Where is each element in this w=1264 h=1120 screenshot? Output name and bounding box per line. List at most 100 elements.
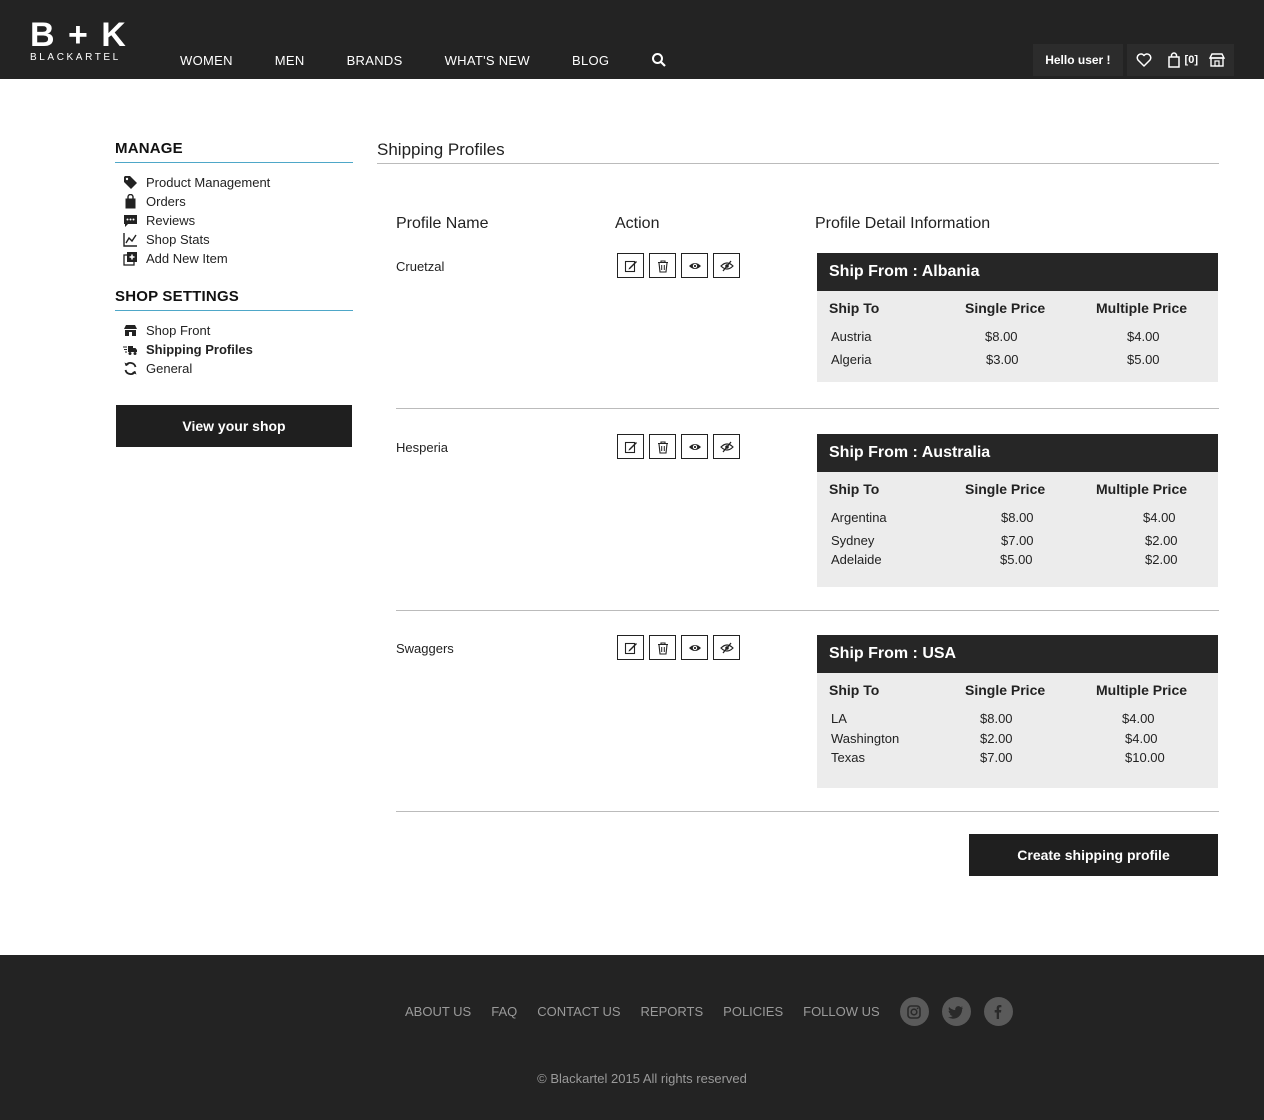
profile-actions [617,635,745,660]
nav-item-women[interactable]: WOMEN [180,53,233,68]
nav-item-blog[interactable]: BLOG [572,53,609,68]
card-column-headers: Ship To Single Price Multiple Price [817,472,1218,506]
nav-item-men[interactable]: MEN [275,53,305,68]
ship-row: Sydney $7.00 $2.00 [817,531,1218,550]
nav-item-whats-new[interactable]: WHAT'S NEW [445,53,530,68]
ship-row: Adelaide $5.00 $2.00 [817,550,1218,570]
logo-mark: B + K [30,16,128,54]
brand-logo[interactable]: B + K BLACKARTEL [30,18,126,64]
view-button[interactable] [681,635,708,660]
hide-button[interactable] [713,434,740,459]
nav-item-brands[interactable]: BRANDS [347,53,403,68]
sidebar-item-shop-stats[interactable]: Shop Stats [115,230,353,249]
single-price-cell: $7.00 [1001,533,1034,548]
sidebar-item-orders[interactable]: Orders [115,192,353,211]
ship-row: Algeria $3.00 $5.00 [817,350,1218,370]
instagram-icon[interactable] [899,997,929,1026]
footer: ABOUT US FAQ CONTACT US REPORTS POLICIES… [0,955,1264,1120]
trash-icon [657,259,668,273]
profile-detail-card: Ship From : USA Ship To Single Price Mul… [817,635,1218,788]
multiple-price-cell: $5.00 [1127,352,1160,367]
footer-link-policies[interactable]: POLICIES [723,1004,783,1019]
top-header: B + K BLACKARTEL WOMEN MEN BRANDS WHAT'S… [0,0,1264,79]
hide-button[interactable] [713,253,740,278]
ship-to-cell: Texas [831,750,865,765]
copyright: © Blackartel 2015 All rights reserved [537,1071,747,1086]
card-col-multiple-price: Multiple Price [1096,682,1188,698]
single-price-cell: $2.00 [980,731,1013,746]
ship-to-cell: Washington [831,731,900,746]
sidebar-item-reviews[interactable]: Reviews [115,211,353,230]
sidebar-item-general[interactable]: General [115,359,353,378]
shop-settings-list: Shop Front Shipping Profiles General [115,321,353,378]
sidebar-item-label: Add New Item [146,251,228,266]
twitter-icon[interactable] [941,997,971,1026]
profile-name: Cruetzal [396,259,445,274]
single-price-cell: $8.00 [1001,510,1034,525]
delete-button[interactable] [649,253,676,278]
header-user-area: Hello user ! [0] [1033,42,1234,78]
delete-button[interactable] [649,434,676,459]
profile-detail-card: Ship From : Albania Ship To Single Price… [817,253,1218,382]
search-icon[interactable] [651,52,667,68]
view-button[interactable] [681,434,708,459]
edit-button[interactable] [617,434,644,459]
multiple-price-cell: $10.00 [1125,750,1165,765]
user-greeting[interactable]: Hello user ! [1033,44,1123,76]
footer-link-contact[interactable]: CONTACT US [537,1004,620,1019]
create-shipping-profile-button[interactable]: Create shipping profile [969,834,1218,876]
hide-button[interactable] [713,635,740,660]
sidebar-item-add-new-item[interactable]: Add New Item [115,249,353,268]
logo-wordmark: BLACKARTEL [30,52,121,63]
eye-slash-icon [719,260,734,271]
single-price-cell: $5.00 [1000,552,1033,567]
edit-icon [624,260,637,272]
footer-link-reports[interactable]: REPORTS [641,1004,704,1019]
profile-actions [617,434,745,459]
multiple-price-cell: $4.00 [1127,329,1160,344]
ship-to-cell: LA [831,711,847,726]
footer-link-faq[interactable]: FAQ [491,1004,517,1019]
single-price-cell: $3.00 [986,352,1019,367]
ship-to-cell: Adelaide [831,552,882,567]
multiple-price-cell: $4.00 [1143,510,1176,525]
eye-slash-icon [719,642,734,653]
ship-row: Argentina $8.00 $4.00 [817,508,1218,531]
ship-row: Texas $7.00 $10.00 [817,748,1218,768]
bag-icon[interactable] [1165,51,1183,69]
sidebar-item-label: Product Management [146,175,271,190]
heart-icon[interactable] [1135,51,1153,69]
trash-icon [657,440,668,454]
eye-icon [688,262,701,269]
comment-icon [123,213,138,228]
view-shop-button[interactable]: View your shop [116,405,352,447]
profile-detail-card: Ship From : Australia Ship To Single Pri… [817,434,1218,587]
profile-row: Swaggers Ship From : USA Ship To Single … [396,634,1219,812]
view-button[interactable] [681,253,708,278]
delete-button[interactable] [649,635,676,660]
shop-icon[interactable] [1208,51,1226,69]
multiple-price-cell: $2.00 [1145,533,1178,548]
edit-icon [624,441,637,453]
trash-icon [657,641,668,655]
header-actions: [0] [1126,44,1234,76]
card-col-single-price: Single Price [965,300,1046,316]
edit-button[interactable] [617,253,644,278]
footer-link-about[interactable]: ABOUT US [405,1004,471,1019]
tag-icon [123,175,138,190]
sidebar-item-shipping-profiles[interactable]: Shipping Profiles [115,340,353,359]
main-nav: WOMEN MEN BRANDS WHAT'S NEW BLOG [180,51,667,69]
sidebar-item-product-management[interactable]: Product Management [115,173,353,192]
single-price-cell: $7.00 [980,750,1013,765]
eye-slash-icon [719,441,734,452]
card-col-ship-to: Ship To [829,481,880,497]
card-rows: Argentina $8.00 $4.00 Sydney $7.00 $2.00… [817,508,1218,570]
ship-row: Austria $8.00 $4.00 [817,327,1218,350]
profile-row: Cruetzal Ship From : Albania Ship To Sin… [396,252,1219,409]
edit-button[interactable] [617,635,644,660]
cart-count[interactable]: [0] [1185,54,1198,66]
card-rows: LA $8.00 $4.00 Washington $2.00 $4.00 Te… [817,709,1218,768]
sidebar-item-shop-front[interactable]: Shop Front [115,321,353,340]
facebook-icon[interactable] [983,997,1013,1026]
manage-heading: MANAGE [115,140,353,163]
